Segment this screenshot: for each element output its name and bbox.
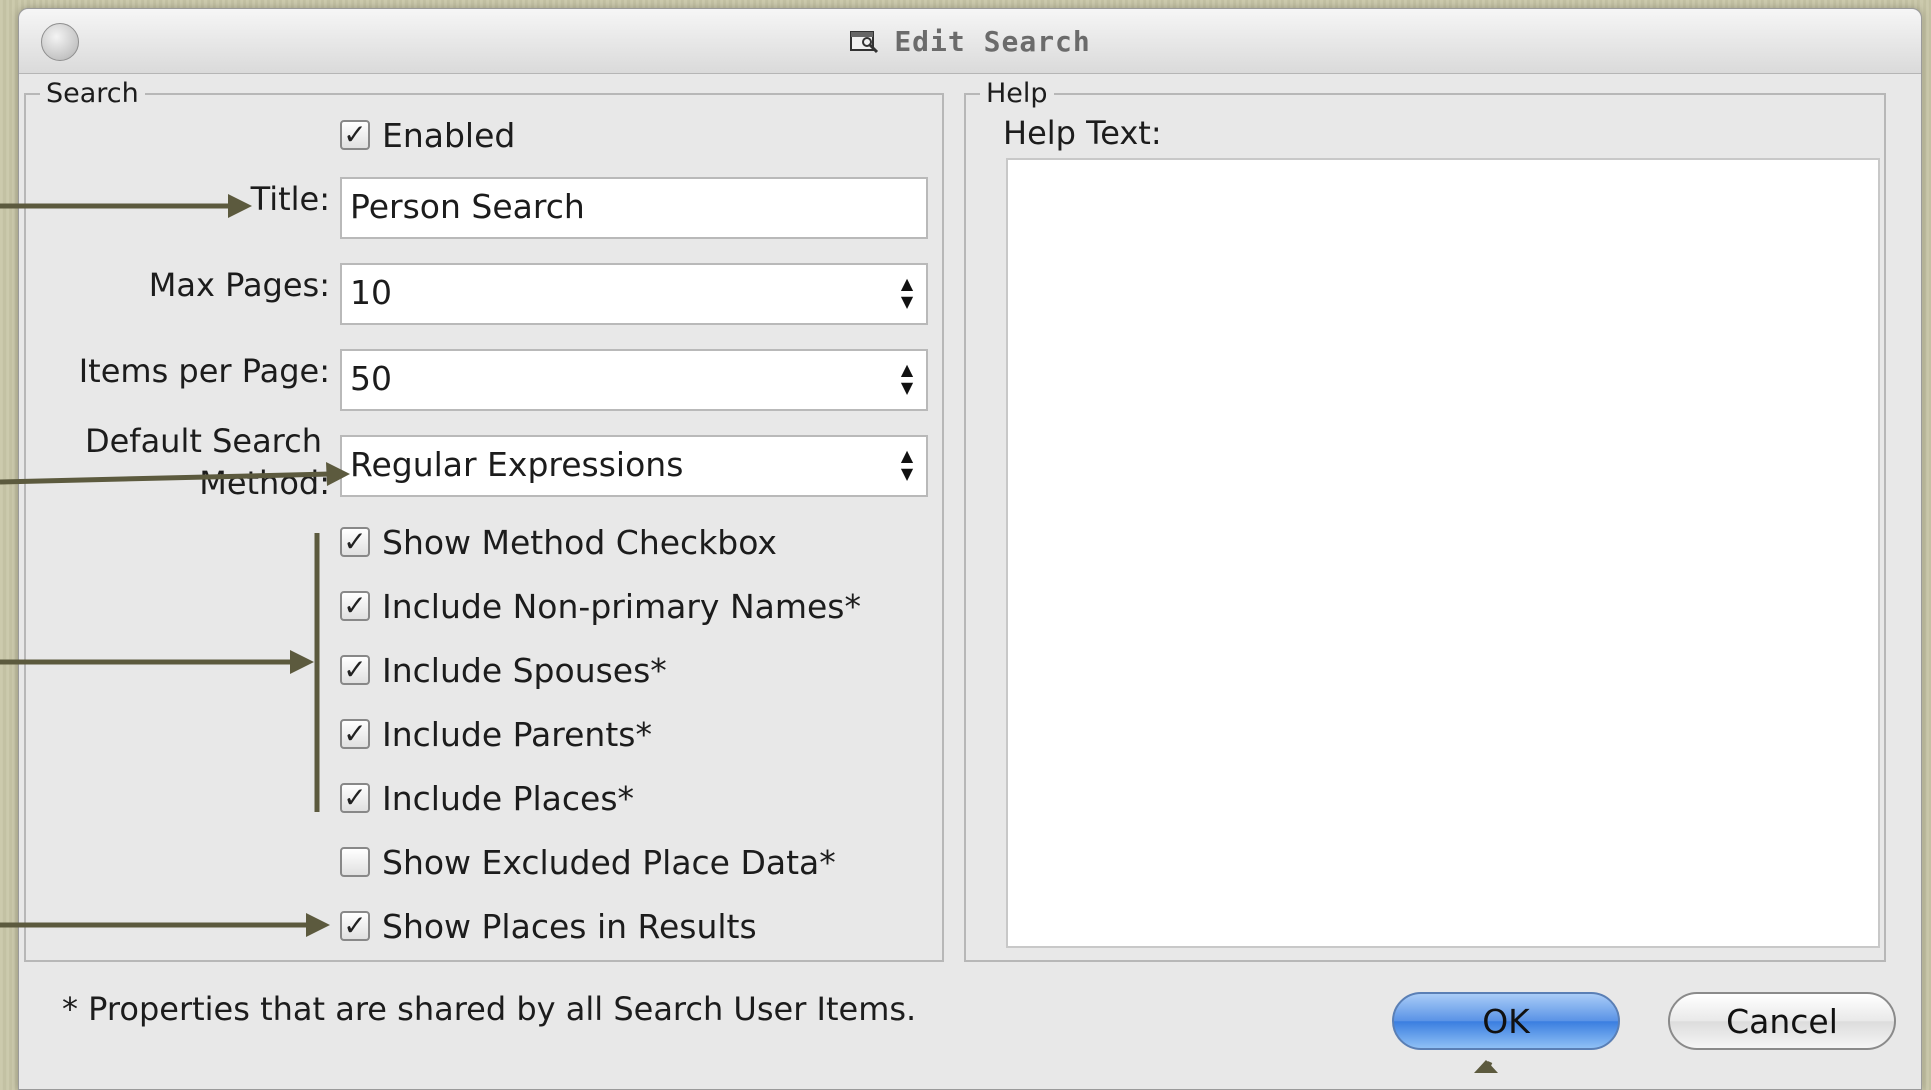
include-spouses-checkbox[interactable]: ✓ Include Spouses* bbox=[340, 648, 667, 692]
items-per-page-stepper[interactable]: 50 ▲ ▼ bbox=[340, 349, 928, 411]
max-pages-label: Max Pages: bbox=[148, 266, 330, 304]
include-parents-checkbox[interactable]: ✓ Include Parents* bbox=[340, 712, 652, 756]
show-places-in-results-checkbox[interactable]: ✓ Show Places in Results bbox=[340, 904, 757, 948]
items-per-page-spinner-icon[interactable]: ▲ ▼ bbox=[898, 361, 916, 401]
include-non-primary-names-checkbox[interactable]: ✓ Include Non-primary Names* bbox=[340, 584, 861, 628]
chevron-updown-icon: ▲ ▼ bbox=[900, 446, 914, 483]
check-icon: ✓ bbox=[340, 655, 370, 685]
check-icon: ✓ bbox=[340, 527, 370, 557]
max-pages-value: 10 bbox=[350, 273, 392, 312]
title-bar: Edit Search bbox=[19, 9, 1921, 74]
default-method-label-line2: Method: bbox=[199, 464, 330, 502]
check-icon: ✓ bbox=[340, 591, 370, 621]
default-method-value: Regular Expressions bbox=[350, 445, 684, 484]
max-pages-stepper[interactable]: 10 ▲ ▼ bbox=[340, 263, 928, 325]
items-per-page-value: 50 bbox=[350, 359, 392, 398]
cancel-button[interactable]: Cancel bbox=[1668, 992, 1896, 1050]
ok-button[interactable]: OK bbox=[1392, 992, 1620, 1050]
max-pages-spinner-icon[interactable]: ▲ ▼ bbox=[898, 275, 916, 315]
help-text-label: Help Text: bbox=[1003, 114, 1162, 152]
check-icon: ✓ bbox=[340, 783, 370, 813]
show-excluded-place-data-checkbox[interactable]: Show Excluded Place Data* bbox=[340, 840, 836, 884]
items-per-page-label: Items per Page: bbox=[78, 352, 330, 390]
title-field[interactable]: Person Search bbox=[340, 177, 928, 239]
default-method-select[interactable]: Regular Expressions ▲ ▼ bbox=[340, 435, 928, 497]
search-group-legend: Search bbox=[46, 78, 139, 109]
checkbox-label: Include Places* bbox=[382, 778, 635, 818]
shared-properties-footnote: * Properties that are shared by all Sear… bbox=[62, 990, 917, 1028]
search-window-icon bbox=[849, 26, 879, 58]
default-method-label-line1: Default Search bbox=[84, 422, 322, 460]
check-icon: ✓ bbox=[340, 719, 370, 749]
window-title: Edit Search bbox=[894, 25, 1091, 58]
enabled-checkbox[interactable]: ✓ Enabled bbox=[340, 113, 515, 157]
empty-checkbox-icon bbox=[340, 847, 370, 877]
enabled-label: Enabled bbox=[382, 115, 516, 155]
check-icon: ✓ bbox=[340, 911, 370, 941]
help-text-area[interactable] bbox=[1006, 158, 1880, 948]
include-places-checkbox[interactable]: ✓ Include Places* bbox=[340, 776, 634, 820]
help-group-legend: Help bbox=[986, 78, 1048, 109]
checkbox-label: Include Spouses* bbox=[382, 650, 667, 690]
checkbox-label: Include Non-primary Names* bbox=[382, 586, 861, 626]
checkbox-label: Show Places in Results bbox=[382, 906, 757, 946]
checkbox-label: Show Excluded Place Data* bbox=[382, 842, 836, 882]
checkbox-label: Show Method Checkbox bbox=[382, 522, 777, 562]
title-label: Title: bbox=[250, 180, 330, 218]
enabled-check-icon: ✓ bbox=[340, 120, 370, 150]
checkbox-label: Include Parents* bbox=[382, 714, 652, 754]
show-method-checkbox[interactable]: ✓ Show Method Checkbox bbox=[340, 520, 777, 564]
